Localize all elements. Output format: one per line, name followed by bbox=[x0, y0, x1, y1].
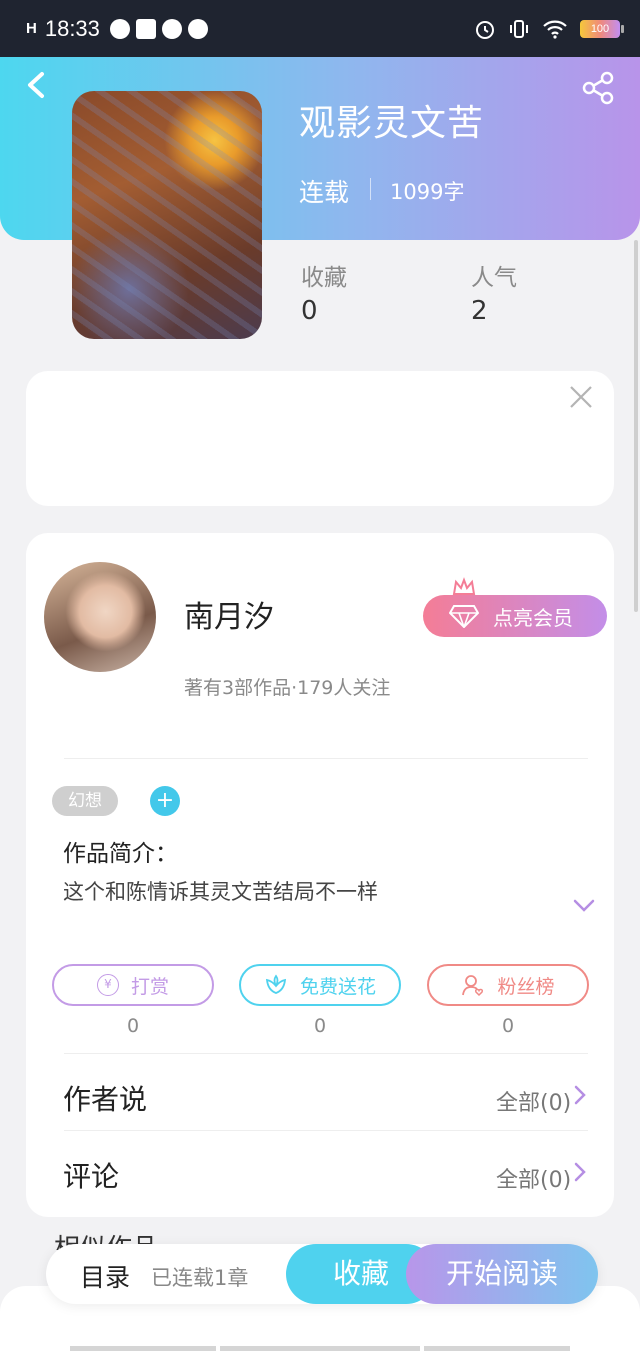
close-icon bbox=[570, 386, 592, 408]
status-divider bbox=[370, 178, 371, 200]
pinwheel-icon bbox=[161, 18, 182, 39]
author-name[interactable]: 南月汐 bbox=[184, 592, 274, 636]
book-status: 连载 bbox=[299, 178, 350, 207]
chevron-down-icon bbox=[573, 899, 595, 912]
fan-count: 0 bbox=[501, 1015, 515, 1037]
comments-title[interactable]: 评论 bbox=[63, 1155, 119, 1195]
author-says-title[interactable]: 作者说 bbox=[63, 1078, 147, 1118]
scrollbar[interactable] bbox=[634, 240, 638, 612]
back-arrow-icon bbox=[28, 72, 44, 98]
signal-indicator: H bbox=[26, 19, 37, 37]
notification-icons bbox=[109, 18, 208, 39]
app-notification-icon bbox=[109, 18, 130, 39]
send-flower-label: 免费送花 bbox=[299, 975, 376, 998]
vip-button[interactable]: 点亮会员 bbox=[423, 595, 607, 637]
popularity-label: 人气 bbox=[471, 265, 517, 291]
author-avatar[interactable] bbox=[44, 562, 156, 672]
chevron-right-icon[interactable] bbox=[573, 1082, 587, 1115]
plus-icon: + bbox=[155, 788, 175, 813]
fan-user-icon bbox=[462, 975, 484, 997]
start-reading-button[interactable]: 开始阅读 bbox=[406, 1244, 598, 1304]
word-count: 1099字 bbox=[390, 180, 465, 204]
comments-all-link[interactable]: 全部(0) bbox=[496, 1162, 571, 1194]
similar-book-thumb[interactable] bbox=[70, 1346, 216, 1351]
status-bar: H 18:33 100 bbox=[0, 0, 640, 57]
popularity-count: 2 bbox=[471, 296, 488, 326]
favorites-count: 0 bbox=[301, 296, 318, 326]
clipboard-icon bbox=[135, 18, 156, 39]
flower-count: 0 bbox=[313, 1015, 327, 1037]
alarm-icon bbox=[476, 20, 494, 39]
tip-count: 0 bbox=[126, 1015, 140, 1037]
intro-text: 这个和陈情诉其灵文苦结局不一样 bbox=[63, 880, 378, 904]
back-button[interactable] bbox=[22, 68, 52, 102]
divider bbox=[64, 758, 588, 759]
book-cover-image[interactable] bbox=[72, 91, 262, 339]
author-says-all-link[interactable]: 全部(0) bbox=[496, 1085, 571, 1117]
divider bbox=[64, 1053, 588, 1054]
divider bbox=[64, 1130, 588, 1131]
favorites-label: 收藏 bbox=[301, 265, 347, 291]
flower-icon bbox=[265, 974, 287, 994]
chapter-count: 已连载1章 bbox=[151, 1266, 249, 1290]
tip-button[interactable]: ¥ 打赏 bbox=[52, 964, 214, 1006]
vibrate-icon bbox=[510, 19, 528, 38]
similar-book-thumb[interactable] bbox=[424, 1346, 570, 1351]
battery-indicator: 100 bbox=[580, 19, 624, 38]
palette-icon bbox=[187, 18, 208, 39]
share-icon bbox=[582, 71, 614, 105]
status-time: 18:33 bbox=[44, 15, 100, 41]
share-button[interactable] bbox=[580, 70, 616, 106]
wifi-icon bbox=[543, 20, 567, 39]
author-stats: 著有3部作品·179人关注 bbox=[184, 677, 391, 699]
genre-tag[interactable]: 幻想 bbox=[52, 786, 118, 816]
yen-icon: ¥ bbox=[96, 974, 119, 996]
tip-label: 打赏 bbox=[130, 975, 169, 998]
fan-ranking-label: 粉丝榜 bbox=[497, 975, 555, 998]
book-title: 观影灵文苦 bbox=[299, 103, 485, 144]
similar-book-thumb[interactable] bbox=[220, 1346, 420, 1351]
add-tag-button[interactable]: + bbox=[150, 786, 180, 816]
close-ad-button[interactable] bbox=[568, 384, 594, 410]
diamond-icon bbox=[449, 605, 479, 628]
fan-ranking-button[interactable]: 粉丝榜 bbox=[427, 964, 589, 1006]
toc-button[interactable]: 目录 bbox=[80, 1258, 130, 1294]
intro-title: 作品简介： bbox=[63, 841, 178, 867]
chevron-right-icon[interactable] bbox=[573, 1159, 587, 1192]
send-flower-button[interactable]: 免费送花 bbox=[239, 964, 401, 1006]
ad-banner-card bbox=[26, 371, 614, 506]
expand-intro-button[interactable] bbox=[571, 892, 597, 918]
vip-button-label: 点亮会员 bbox=[493, 605, 573, 630]
